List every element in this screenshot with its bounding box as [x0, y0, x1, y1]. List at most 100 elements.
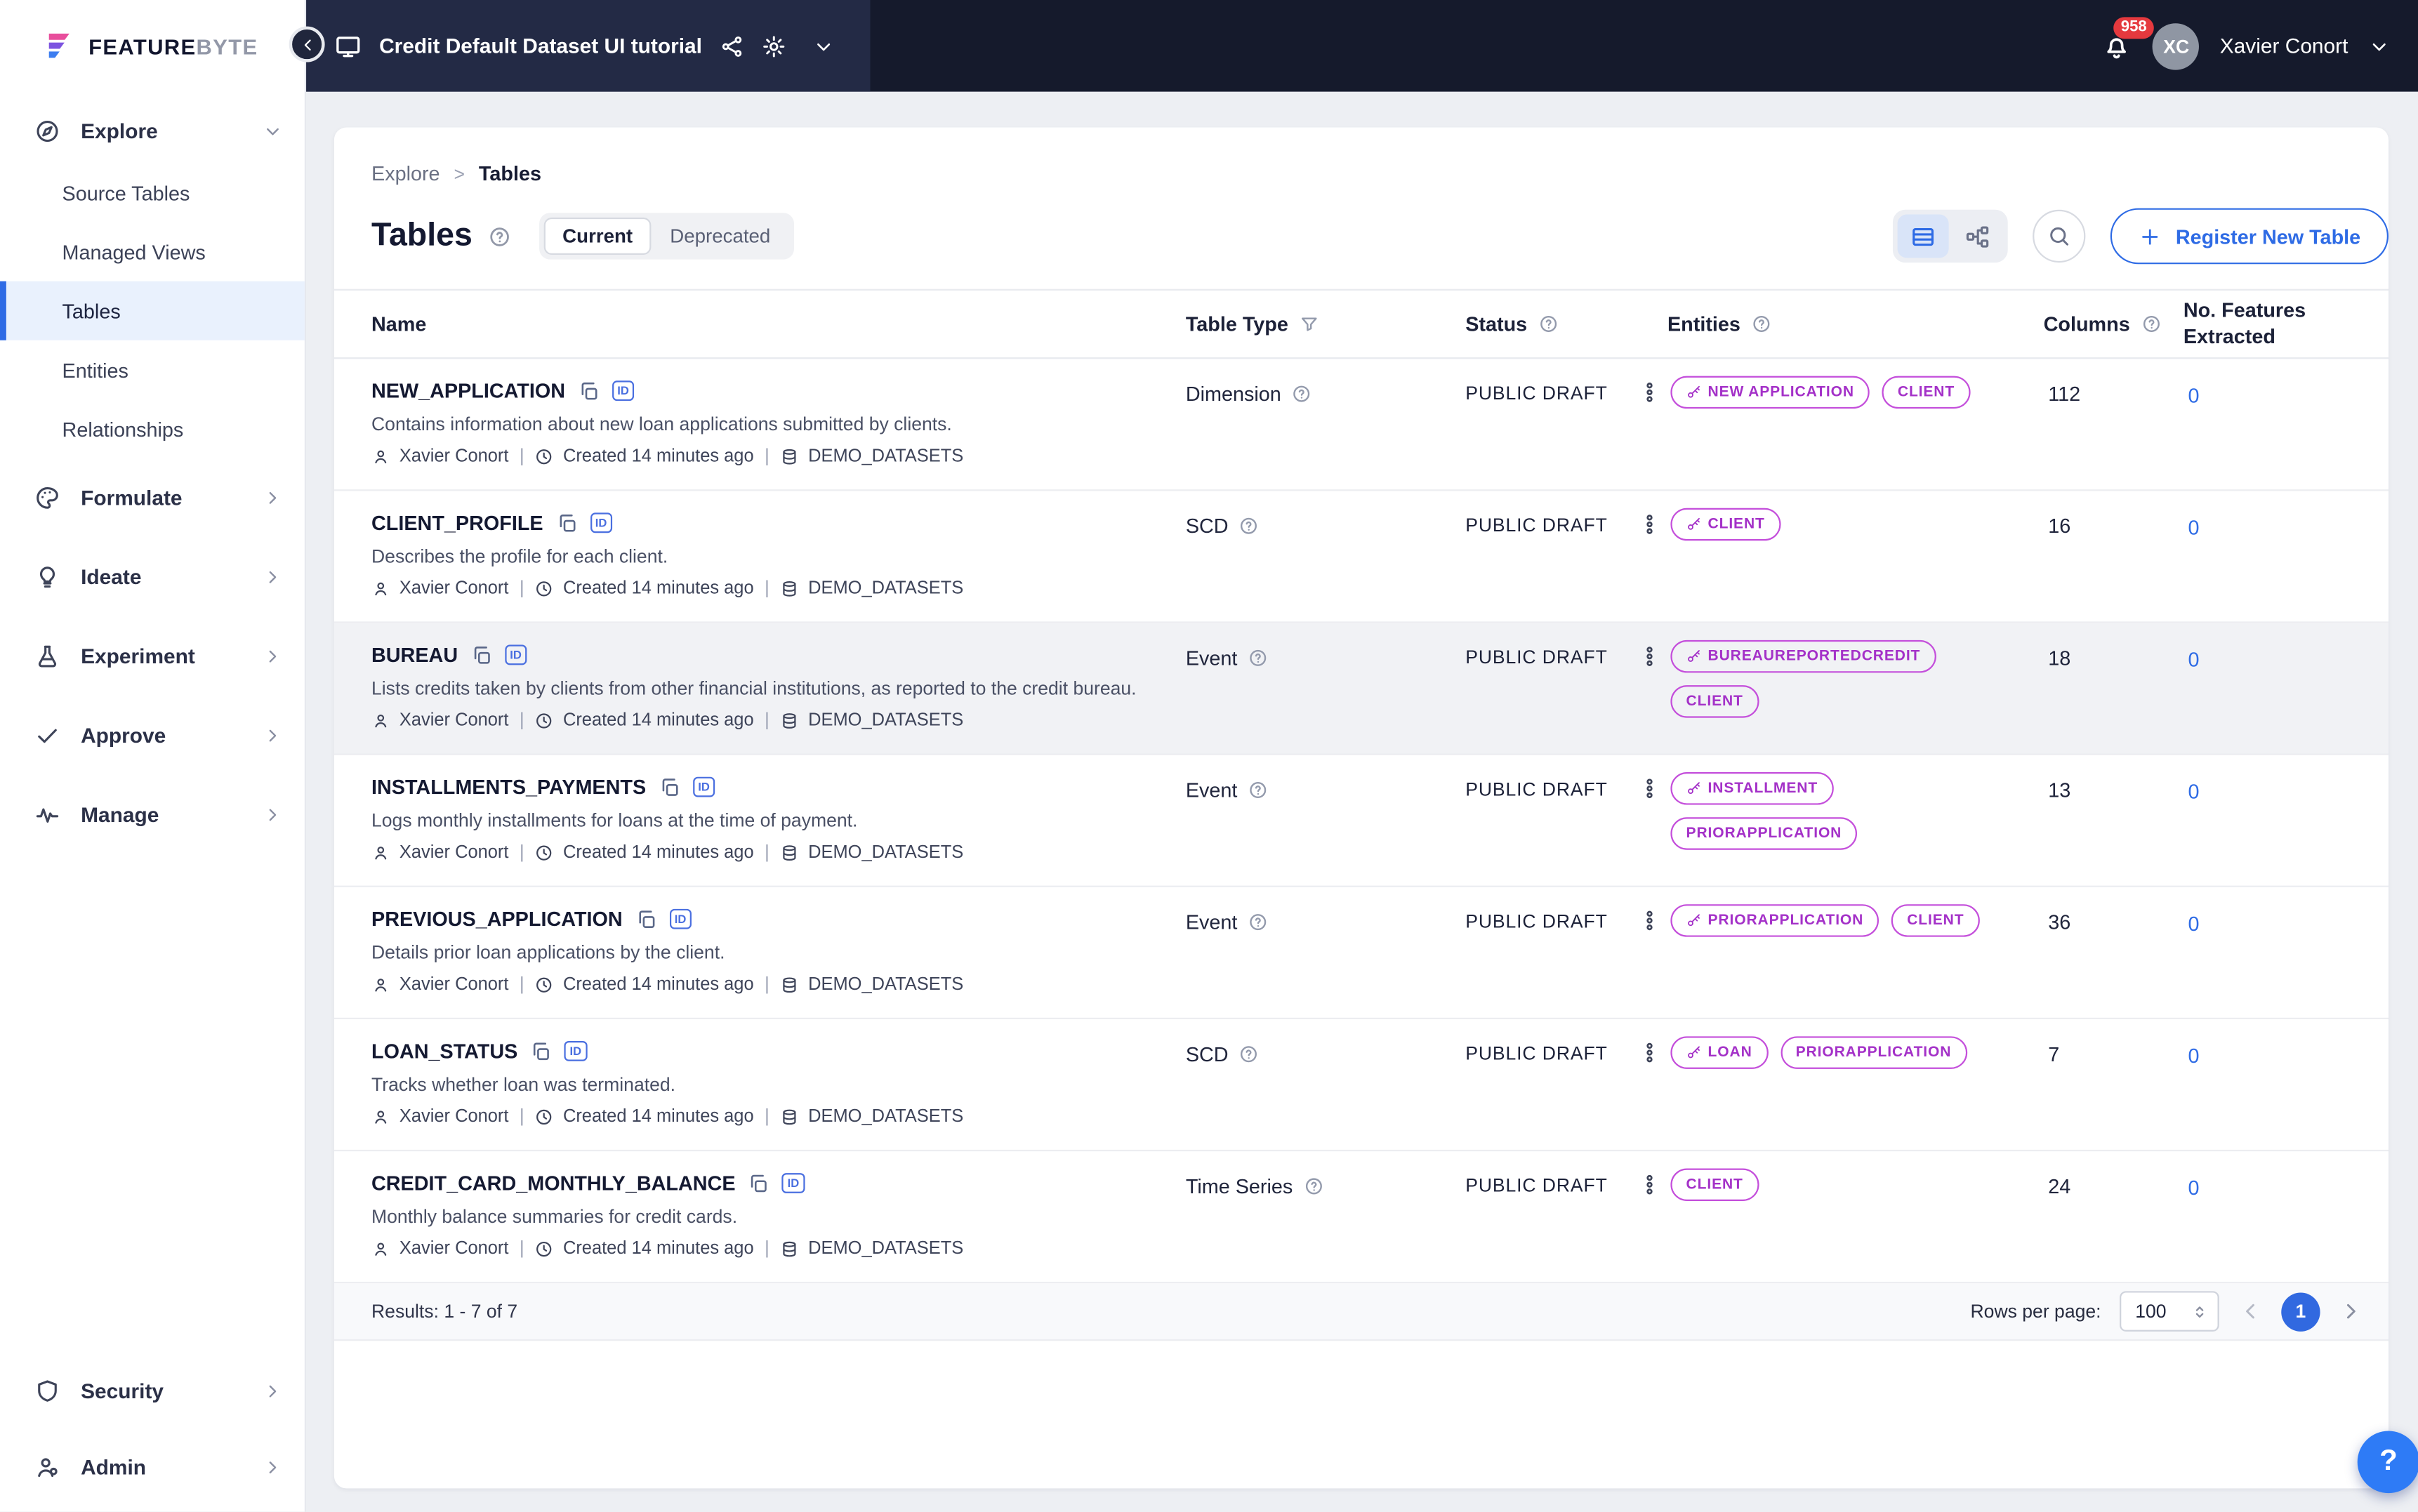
kebab-menu-icon[interactable] — [1639, 512, 1662, 536]
rows-per-page-select[interactable]: 100 — [2120, 1291, 2219, 1332]
help-icon[interactable] — [1538, 314, 1559, 334]
entity-chip[interactable]: PRIORAPPLICATION — [1670, 817, 1858, 850]
features-count-link[interactable]: 0 — [2188, 1176, 2199, 1200]
kebab-menu-icon[interactable] — [1639, 380, 1662, 404]
sidebar-item-security[interactable]: Security — [0, 1353, 305, 1429]
copy-icon[interactable] — [748, 1172, 769, 1194]
copy-icon[interactable] — [578, 380, 600, 402]
sidebar-item-relationships[interactable]: Relationships — [0, 399, 305, 458]
id-icon[interactable]: ID — [590, 512, 613, 533]
kebab-menu-icon[interactable] — [1639, 909, 1662, 932]
help-icon[interactable] — [1304, 1176, 1324, 1197]
table-name[interactable]: CLIENT_PROFILE — [371, 511, 543, 534]
id-icon[interactable]: ID — [612, 380, 635, 401]
features-count-link[interactable]: 0 — [2188, 1044, 2199, 1067]
features-count-link[interactable]: 0 — [2188, 648, 2199, 671]
sidebar-item-manage[interactable]: Manage — [0, 775, 305, 854]
id-icon[interactable]: ID — [781, 1173, 805, 1193]
previous-page-icon[interactable] — [2238, 1299, 2262, 1323]
table-row[interactable]: BUREAU ID Lists credits taken by clients… — [333, 623, 2389, 755]
kebab-menu-icon[interactable] — [1639, 777, 1662, 800]
table-name[interactable]: INSTALLMENTS_PAYMENTS — [371, 775, 646, 798]
copy-icon[interactable] — [635, 908, 656, 930]
sidebar-item-admin[interactable]: Admin — [0, 1429, 305, 1505]
copy-icon[interactable] — [659, 776, 680, 798]
kebab-menu-icon[interactable] — [1639, 1173, 1662, 1196]
sidebar-item-explore[interactable]: Explore — [0, 98, 305, 163]
copy-icon[interactable] — [470, 644, 492, 665]
sidebar-item-entities[interactable]: Entities — [0, 340, 305, 399]
entity-chip[interactable]: BUREAUREPORTEDCREDIT — [1670, 639, 1936, 673]
help-icon[interactable] — [1248, 780, 1269, 800]
features-count-link[interactable]: 0 — [2188, 384, 2199, 407]
table-name[interactable]: NEW_APPLICATION — [371, 379, 565, 402]
copy-icon[interactable] — [530, 1040, 552, 1062]
tab-current[interactable]: Current — [543, 217, 652, 255]
entity-chip[interactable]: LOAN — [1670, 1036, 1768, 1069]
user-name[interactable]: Xavier Conort — [2220, 34, 2348, 58]
table-row[interactable]: INSTALLMENTS_PAYMENTS ID Logs monthly in… — [333, 755, 2389, 887]
breadcrumb-explore[interactable]: Explore — [371, 161, 440, 185]
id-icon[interactable]: ID — [692, 777, 715, 797]
copy-icon[interactable] — [555, 512, 577, 533]
avatar[interactable]: XC — [2153, 22, 2200, 69]
entity-chip[interactable]: PRIORAPPLICATION — [1780, 1036, 1967, 1069]
sidebar-item-tables[interactable]: Tables — [0, 281, 305, 340]
entity-chip[interactable]: CLIENT — [1670, 508, 1781, 541]
register-new-table-button[interactable]: Register New Table — [2110, 208, 2389, 265]
filter-icon[interactable] — [1299, 314, 1319, 334]
entity-chip[interactable]: INSTALLMENT — [1670, 772, 1834, 805]
sidebar-item-experiment[interactable]: Experiment — [0, 617, 305, 696]
help-icon[interactable] — [2141, 314, 2161, 334]
help-icon[interactable] — [1239, 1044, 1260, 1064]
table-name[interactable]: LOAN_STATUS — [371, 1040, 517, 1063]
entity-chip[interactable]: NEW APPLICATION — [1670, 376, 1870, 409]
features-count-link[interactable]: 0 — [2188, 780, 2199, 803]
table-row[interactable]: NEW_APPLICATION ID Contains information … — [333, 359, 2389, 491]
table-row[interactable]: LOAN_STATUS ID Tracks whether loan was t… — [333, 1019, 2389, 1152]
notifications-button[interactable]: 958 — [2102, 16, 2155, 61]
id-icon[interactable]: ID — [564, 1041, 587, 1061]
sidebar-item-approve[interactable]: Approve — [0, 696, 305, 776]
sidebar-item-ideate[interactable]: Ideate — [0, 538, 305, 617]
next-page-icon[interactable] — [2339, 1299, 2363, 1323]
help-icon[interactable] — [1248, 648, 1269, 668]
share-icon[interactable] — [719, 34, 744, 58]
table-row[interactable]: CREDIT_CARD_MONTHLY_BALANCE ID Monthly b… — [333, 1151, 2389, 1284]
tab-deprecated[interactable]: Deprecated — [652, 218, 789, 255]
table-row[interactable]: CLIENT_PROFILE ID Describes the profile … — [333, 491, 2389, 623]
features-count-link[interactable]: 0 — [2188, 912, 2199, 935]
sidebar-item-source-tables[interactable]: Source Tables — [0, 163, 305, 222]
features-count-link[interactable]: 0 — [2188, 516, 2199, 539]
entity-chip[interactable]: PRIORAPPLICATION — [1670, 904, 1879, 937]
help-icon[interactable] — [1292, 384, 1312, 404]
help-icon[interactable] — [1751, 314, 1771, 334]
sidebar-item-managed-views[interactable]: Managed Views — [0, 223, 305, 281]
table-row[interactable]: PREVIOUS_APPLICATION ID Details prior lo… — [333, 887, 2389, 1019]
list-view-button[interactable] — [1897, 214, 1949, 258]
gear-icon[interactable] — [761, 34, 786, 58]
kebab-menu-icon[interactable] — [1639, 645, 1662, 668]
table-name[interactable]: PREVIOUS_APPLICATION — [371, 908, 623, 931]
entity-chip[interactable]: CLIENT — [1882, 376, 1971, 409]
entity-chip[interactable]: CLIENT — [1670, 685, 1759, 718]
table-name[interactable]: CREDIT_CARD_MONTHLY_BALANCE — [371, 1172, 736, 1195]
user-menu-chevron-icon[interactable] — [2368, 35, 2390, 57]
id-icon[interactable]: ID — [504, 645, 527, 665]
help-fab[interactable]: ? — [2357, 1431, 2418, 1494]
graph-view-button[interactable] — [1952, 214, 2003, 258]
chevron-down-icon[interactable] — [812, 35, 834, 57]
search-button[interactable] — [2033, 209, 2086, 263]
id-icon[interactable]: ID — [669, 909, 692, 929]
help-icon[interactable] — [1248, 912, 1269, 932]
sidebar-item-formulate[interactable]: Formulate — [0, 458, 305, 538]
logo[interactable]: FEATUREBYTE — [0, 0, 305, 92]
kebab-menu-icon[interactable] — [1639, 1041, 1662, 1064]
project-switcher[interactable]: Credit Default Dataset UI tutorial — [306, 0, 871, 92]
help-icon[interactable] — [488, 225, 511, 248]
table-name[interactable]: BUREAU — [371, 643, 458, 666]
help-icon[interactable] — [1239, 516, 1260, 536]
entity-chip[interactable]: CLIENT — [1891, 904, 1980, 937]
sidebar-collapse-button[interactable] — [289, 26, 325, 62]
page-number-button[interactable]: 1 — [2281, 1292, 2320, 1331]
